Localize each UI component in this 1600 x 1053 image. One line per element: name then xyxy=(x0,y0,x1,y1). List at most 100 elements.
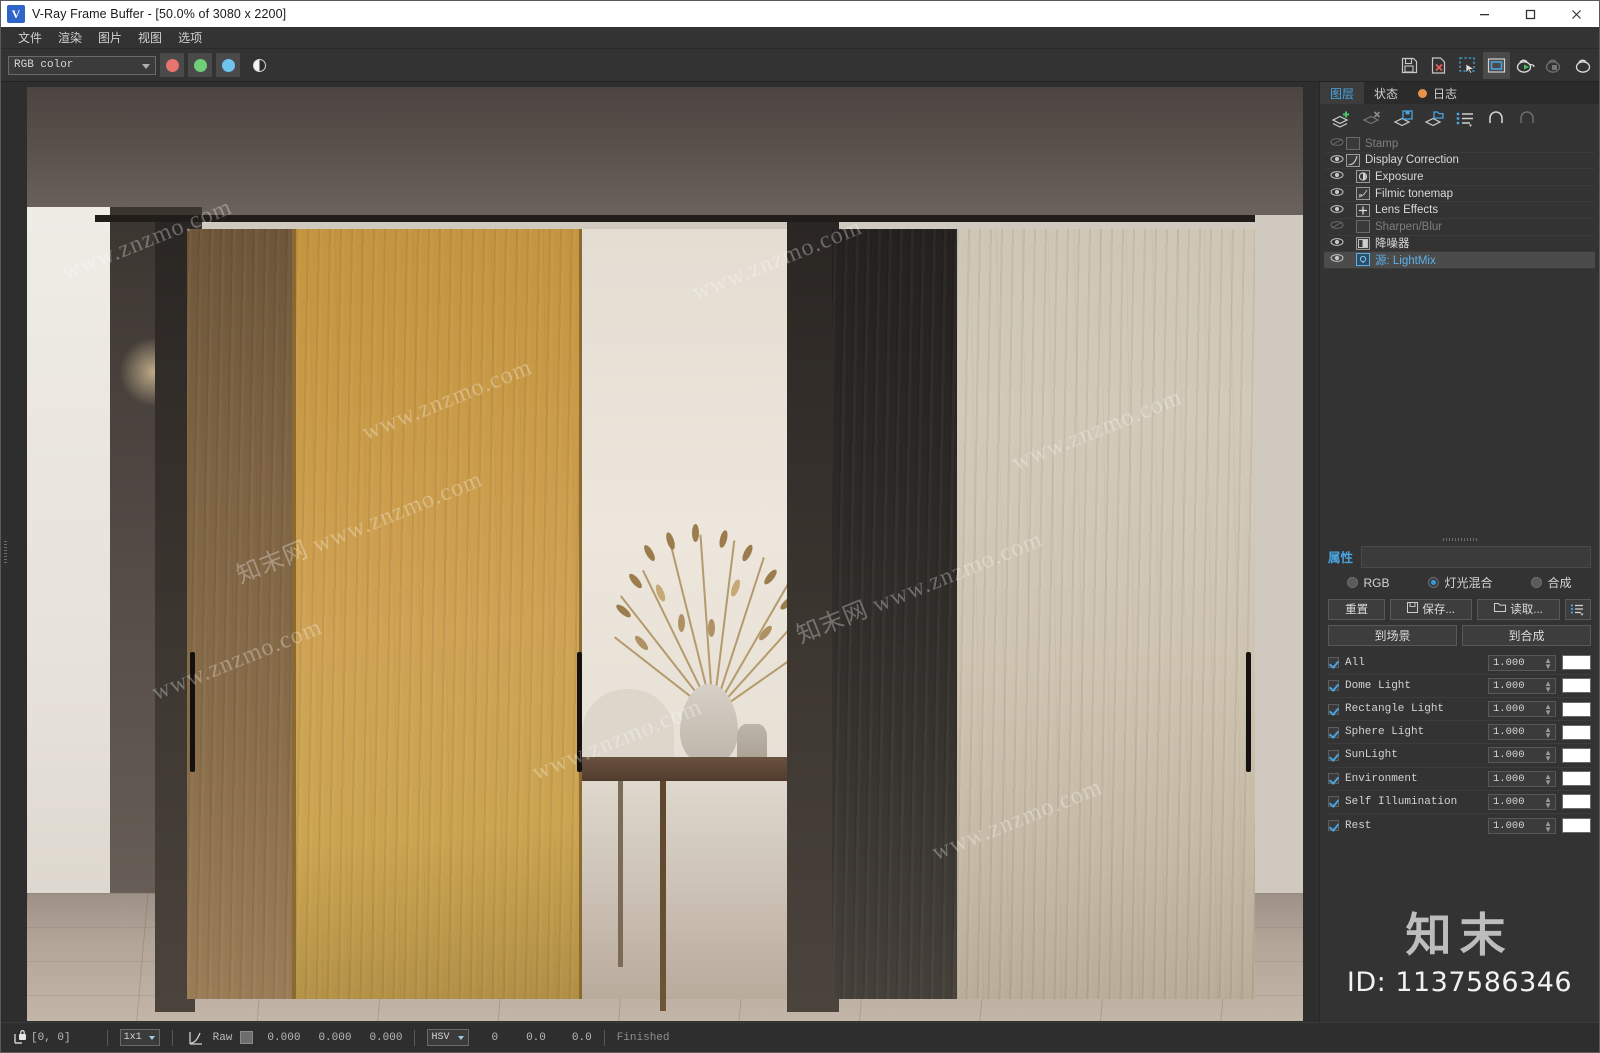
lightmix-checkbox[interactable] xyxy=(1328,726,1339,738)
menu-image[interactable]: 图片 xyxy=(90,27,130,49)
alpha-channel-icon[interactable] xyxy=(247,53,271,77)
load-button[interactable]: 读取... xyxy=(1477,598,1560,620)
redo-icon[interactable] xyxy=(1514,106,1541,132)
left-splitter[interactable] xyxy=(1,82,10,1022)
lightmix-checkbox[interactable] xyxy=(1328,749,1339,761)
menu-render[interactable]: 渲染 xyxy=(50,27,90,49)
layer-visibility-icon[interactable] xyxy=(1328,187,1346,200)
save-image-as-icon[interactable] xyxy=(1425,52,1452,79)
layer-visibility-icon[interactable] xyxy=(1328,154,1346,167)
layer-row-denoiser[interactable]: 降噪器 xyxy=(1324,236,1595,253)
lightmix-checkbox[interactable] xyxy=(1328,820,1339,832)
to-scene-button[interactable]: 到场景 xyxy=(1328,624,1457,646)
lightmix-checkbox[interactable] xyxy=(1328,773,1339,785)
start-render-icon[interactable] xyxy=(1512,52,1539,79)
render-canvas-area[interactable]: www.znzmo.com www.znzmo.com www.znzmo.co… xyxy=(10,82,1319,1022)
layer-visibility-icon[interactable] xyxy=(1328,253,1346,266)
menu-file[interactable]: 文件 xyxy=(10,27,50,49)
radio-lightmix[interactable]: 灯光混合 xyxy=(1428,574,1493,591)
close-icon[interactable] xyxy=(1553,1,1599,27)
lightmix-row[interactable]: Environment 1.000 ▲ ▼ xyxy=(1328,768,1591,791)
reset-button[interactable]: 重置 xyxy=(1328,598,1386,620)
undo-icon[interactable] xyxy=(1483,106,1510,132)
lightmix-color-swatch[interactable] xyxy=(1562,655,1591,671)
lightmix-color-swatch[interactable] xyxy=(1562,818,1591,834)
lightmix-intensity-field[interactable]: 1.000 ▲ ▼ xyxy=(1488,701,1556,718)
layer-row-filmic-tonemap[interactable]: Filmic tonemap xyxy=(1324,186,1595,203)
save-button[interactable]: 保存... xyxy=(1390,598,1473,620)
spinner-arrows-icon[interactable]: ▲ ▼ xyxy=(1544,772,1552,786)
lightmix-row[interactable]: Dome Light 1.000 ▲ ▼ xyxy=(1328,675,1591,698)
spinner-arrows-icon[interactable]: ▲ ▼ xyxy=(1544,679,1552,693)
spinner-arrows-icon[interactable]: ▲ ▼ xyxy=(1544,656,1552,670)
spinner-arrows-icon[interactable]: ▲ ▼ xyxy=(1544,726,1552,740)
spinner-arrows-icon[interactable]: ▲ ▼ xyxy=(1544,795,1552,809)
lightmix-intensity-field[interactable]: 1.000 ▲ ▼ xyxy=(1488,817,1556,834)
layer-row-lens-effects[interactable]: Lens Effects xyxy=(1324,202,1595,219)
lightmix-color-swatch[interactable] xyxy=(1562,701,1591,717)
layer-row-sharpen-blur[interactable]: Sharpen/Blur xyxy=(1324,219,1595,236)
layer-visibility-icon[interactable] xyxy=(1328,137,1346,150)
radio-composite[interactable]: 合成 xyxy=(1531,574,1572,591)
lightmix-checkbox[interactable] xyxy=(1328,796,1339,808)
tab-log[interactable]: 日志 xyxy=(1408,82,1467,104)
layer-presets-icon[interactable] xyxy=(1452,106,1479,132)
lightmix-checkbox[interactable] xyxy=(1328,680,1339,692)
lightmix-row[interactable]: All 1.000 ▲ ▼ xyxy=(1328,652,1591,675)
save-layers-icon[interactable] xyxy=(1390,106,1417,132)
lightmix-intensity-field[interactable]: 1.000 ▲ ▼ xyxy=(1488,770,1556,787)
green-channel-button[interactable] xyxy=(188,53,212,77)
region-render-icon[interactable] xyxy=(1454,52,1481,79)
tab-status[interactable]: 状态 xyxy=(1364,82,1408,104)
color-mode-select[interactable]: HSV xyxy=(427,1029,470,1046)
blue-channel-button[interactable] xyxy=(216,53,240,77)
maximize-icon[interactable] xyxy=(1507,1,1553,27)
lightmix-row[interactable]: SunLight 1.000 ▲ ▼ xyxy=(1328,744,1591,768)
menu-options[interactable]: 选项 xyxy=(170,27,210,49)
radio-rgb[interactable]: RGB xyxy=(1347,576,1390,590)
fit-to-window-icon[interactable] xyxy=(1483,51,1510,79)
delete-layer-icon[interactable] xyxy=(1359,106,1386,132)
lightmix-intensity-field[interactable]: 1.000 ▲ ▼ xyxy=(1488,747,1556,764)
lightmix-intensity-field[interactable]: 1.000 ▲ ▼ xyxy=(1488,677,1556,694)
panel-splitter[interactable] xyxy=(1320,533,1599,545)
render-last-icon[interactable] xyxy=(1570,52,1597,79)
lightmix-row[interactable]: Rest 1.000 ▲ ▼ xyxy=(1328,814,1591,837)
channel-select[interactable]: RGB color xyxy=(8,55,156,75)
layer-visibility-icon[interactable] xyxy=(1328,237,1346,250)
lightmix-color-swatch[interactable] xyxy=(1562,678,1591,694)
spinner-arrows-icon[interactable]: ▲ ▼ xyxy=(1544,703,1552,717)
add-layer-icon[interactable] xyxy=(1328,106,1355,132)
tab-layers[interactable]: 图层 xyxy=(1320,82,1365,104)
rendered-image[interactable]: www.znzmo.com www.znzmo.com www.znzmo.co… xyxy=(26,87,1303,1021)
lightmix-row[interactable]: Sphere Light 1.000 ▲ ▼ xyxy=(1328,721,1591,745)
lightmix-row[interactable]: Self Illumination 1.000 ▲ ▼ xyxy=(1328,791,1591,814)
color-curve-icon[interactable] xyxy=(185,1030,207,1046)
lightmix-intensity-field[interactable]: 1.000 ▲ ▼ xyxy=(1488,724,1556,741)
minimize-icon[interactable] xyxy=(1461,1,1507,27)
lightmix-checkbox[interactable] xyxy=(1328,703,1339,715)
spinner-arrows-icon[interactable]: ▲ ▼ xyxy=(1544,819,1552,833)
lightmix-color-swatch[interactable] xyxy=(1562,771,1591,787)
to-composite-button[interactable]: 到合成 xyxy=(1462,624,1591,646)
sample-size-select[interactable]: 1x1 xyxy=(119,1029,160,1046)
load-layers-icon[interactable] xyxy=(1421,106,1448,132)
layer-row-display-correction[interactable]: Display Correction xyxy=(1324,153,1595,170)
layer-row-lightmix[interactable]: 源: LightMix xyxy=(1324,252,1595,269)
layer-row-exposure[interactable]: Exposure xyxy=(1324,169,1595,186)
layer-visibility-icon[interactable] xyxy=(1328,204,1346,217)
red-channel-button[interactable] xyxy=(160,53,184,77)
stop-render-icon[interactable] xyxy=(1541,52,1568,79)
lightmix-color-swatch[interactable] xyxy=(1562,724,1591,740)
lightmix-checkbox[interactable] xyxy=(1328,657,1339,669)
list-menu-icon[interactable] xyxy=(1564,598,1591,620)
menu-view[interactable]: 视图 xyxy=(130,27,170,49)
layer-visibility-icon[interactable] xyxy=(1328,220,1346,233)
pixel-lock-icon[interactable] xyxy=(9,1029,31,1046)
lightmix-color-swatch[interactable] xyxy=(1562,794,1591,810)
lightmix-intensity-field[interactable]: 1.000 ▲ ▼ xyxy=(1488,793,1556,810)
layer-row-stamp[interactable]: Stamp xyxy=(1324,136,1595,153)
layer-visibility-icon[interactable] xyxy=(1328,170,1346,183)
lightmix-intensity-field[interactable]: 1.000 ▲ ▼ xyxy=(1488,654,1556,671)
lightmix-row[interactable]: Rectangle Light 1.000 ▲ ▼ xyxy=(1328,698,1591,722)
